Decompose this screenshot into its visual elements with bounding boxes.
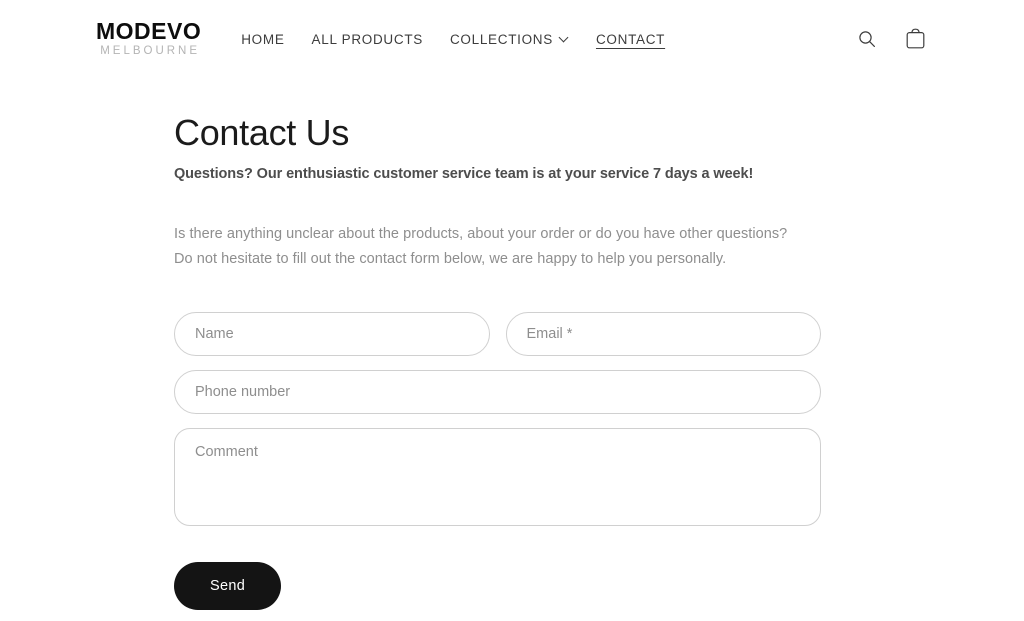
page-title: Contact Us [174,112,350,153]
nav-item-contact-label: CONTACT [595,31,666,47]
nav-item-collections[interactable]: COLLECTIONS [450,32,569,47]
nav-item-home-label: HOME [241,31,285,47]
contact-section: Contact Us Questions? Our enthusiastic c… [174,78,822,611]
nav-item-home[interactable]: HOME [241,32,284,47]
form-row-name-email [174,312,821,357]
header-actions [854,26,928,52]
site-header: MODEVO MELBOURNE HOME ALL PRODUCTS COLLE… [0,0,1024,78]
logo-primary-text: MODEVO [96,18,202,45]
send-button[interactable]: Send [174,562,282,611]
chevron-down-icon [559,33,569,43]
nav-item-collections-label: COLLECTIONS [449,31,553,47]
form-row-phone [174,370,821,415]
intro-paragraph: Is there anything unclear about the prod… [174,226,788,268]
site-logo[interactable]: MODEVO MELBOURNE [96,20,201,58]
email-input[interactable] [505,312,821,357]
nav-item-contact[interactable]: CONTACT [596,32,665,47]
cart-button[interactable] [902,26,928,52]
main-navigation: HOME ALL PRODUCTS COLLECTIONS CONTACT [241,32,665,47]
search-icon [859,31,875,47]
nav-item-all-products-label: ALL PRODUCTS [311,31,423,47]
logo-secondary-text: MELBOURNE [100,45,201,58]
nav-item-all-products[interactable]: ALL PRODUCTS [312,32,423,47]
contact-form: Send [174,312,821,611]
name-input[interactable] [174,312,490,357]
comment-textarea[interactable] [174,428,821,527]
search-button[interactable] [854,26,880,52]
shopping-bag-icon [906,28,924,49]
page-subtitle: Questions? Our enthusiastic customer ser… [174,166,754,183]
phone-input[interactable] [174,370,821,415]
main-content: Contact Us Questions? Our enthusiastic c… [0,78,1024,611]
form-row-comment [174,428,821,527]
